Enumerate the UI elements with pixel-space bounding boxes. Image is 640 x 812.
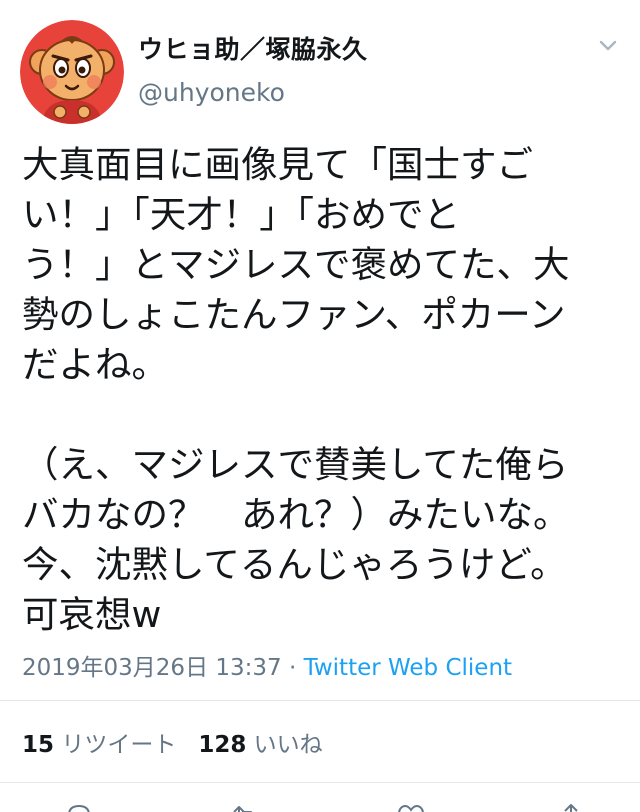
- divider: [0, 700, 640, 701]
- retweets-stat[interactable]: 15 リツイート: [22, 732, 176, 758]
- tweet-stats: 15 リツイート 128 いいね: [22, 725, 323, 759]
- tweet-text-line: い！」「天才！」「おめでと: [22, 193, 460, 236]
- tweet-text-line: 勢のしょこたんファン、ポカーン: [22, 293, 566, 336]
- reply-icon[interactable]: [64, 802, 94, 812]
- retweets-count: 15: [22, 732, 55, 758]
- meta-separator: ·: [281, 655, 304, 681]
- retweets-label: リツイート: [61, 732, 177, 758]
- tweet-text-line: だよね。: [22, 343, 168, 386]
- tweet-text: 大真面目に画像見て「国士すご い！」「天才！」「おめでと う！」とマジレスで褒め…: [22, 140, 622, 640]
- action-bar: [0, 796, 640, 812]
- tweet-text-line: 今、沈黙してるんじゃろうけど。: [22, 543, 567, 586]
- tweet-text-line: [22, 390, 622, 440]
- tweet-meta: 2019年03月26日 13:37 · Twitter Web Client: [22, 648, 512, 682]
- source-link[interactable]: Twitter Web Client: [304, 655, 512, 681]
- user-handle[interactable]: @uhyoneko: [138, 78, 285, 107]
- likes-stat[interactable]: 128 いいね: [198, 732, 322, 758]
- avatar[interactable]: [20, 20, 124, 124]
- tweet-text-line: う！」とマジレスで褒めてた、大: [22, 243, 570, 286]
- like-icon[interactable]: [396, 802, 426, 812]
- tweet-text-line: （え、マジレスで賛美してた俺ら: [22, 443, 569, 486]
- tweet-text-line: バカなの？ あれ？）みたいな。: [22, 493, 570, 536]
- likes-count: 128: [198, 732, 247, 758]
- display-name[interactable]: ウヒョ助／塚脇永久: [138, 30, 368, 66]
- timestamp[interactable]: 2019年03月26日 13:37: [22, 655, 282, 681]
- tweet-text-line: 可哀想w: [22, 593, 162, 636]
- tweet-detail: ウヒョ助／塚脇永久 @uhyoneko 大真面目に画像見て「国士すご い！」「天…: [0, 0, 640, 812]
- chevron-down-icon[interactable]: [594, 36, 622, 56]
- retweet-icon[interactable]: [230, 802, 260, 812]
- cartoon-character-avatar: [20, 20, 124, 124]
- share-icon[interactable]: [556, 802, 586, 812]
- divider: [0, 782, 640, 783]
- likes-label: いいね: [253, 732, 323, 758]
- tweet-text-line: 大真面目に画像見て「国士すご: [22, 143, 533, 186]
